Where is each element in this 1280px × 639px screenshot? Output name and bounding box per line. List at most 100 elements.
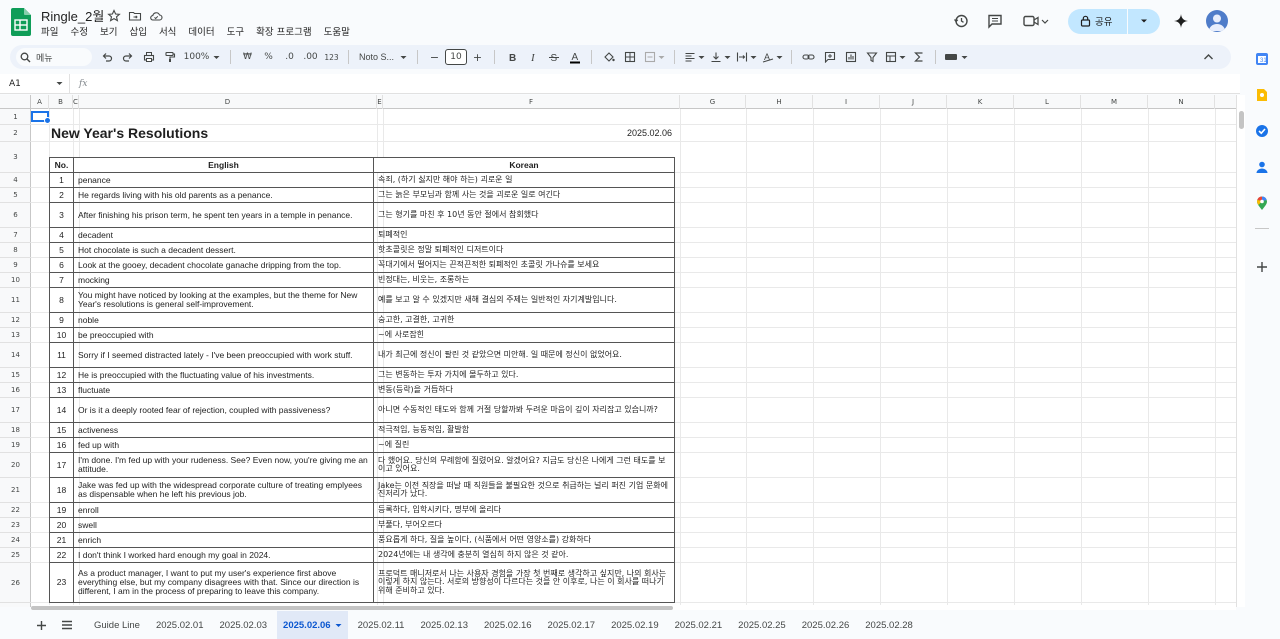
- row-header-14[interactable]: 14: [0, 343, 31, 368]
- font-size-decrease-button[interactable]: −: [424, 47, 445, 67]
- cell-english[interactable]: activeness: [73, 422, 374, 438]
- cell-number[interactable]: 18: [49, 477, 74, 503]
- row-header-3[interactable]: 3: [0, 142, 31, 173]
- select-all-corner[interactable]: [0, 95, 31, 109]
- sheet-tab[interactable]: Guide Line: [88, 611, 146, 639]
- row-header-2[interactable]: 2: [0, 125, 31, 142]
- cell-number[interactable]: 10: [49, 327, 74, 343]
- horizontal-align-icon[interactable]: [681, 47, 707, 67]
- menu-insert[interactable]: 삽입: [129, 24, 146, 38]
- bold-icon[interactable]: B: [501, 47, 522, 67]
- cell-number[interactable]: 3: [49, 202, 74, 228]
- get-addons-icon[interactable]: [1253, 258, 1271, 276]
- cell-english[interactable]: mocking: [73, 272, 374, 288]
- cell-english[interactable]: enroll: [73, 502, 374, 518]
- row-header-27[interactable]: 27: [0, 603, 31, 607]
- cell-english[interactable]: Sorry if I seemed distracted lately - I'…: [73, 342, 374, 368]
- cell-korean[interactable]: 그는 형기를 마친 후 10년 동안 절에서 참회했다: [373, 202, 675, 228]
- cell-grid[interactable]: New Year's Resolutions 2025.02.06 No. En…: [31, 109, 1236, 607]
- menu-edit[interactable]: 수정: [70, 24, 87, 38]
- cell-number[interactable]: 16: [49, 437, 74, 453]
- cell-english[interactable]: Or is it a deeply rooted fear of rejecti…: [73, 397, 374, 423]
- cell-english[interactable]: noble: [73, 312, 374, 328]
- sheet-tab[interactable]: 2025.02.11: [352, 611, 411, 639]
- share-button[interactable]: 공유: [1068, 8, 1160, 34]
- avatar[interactable]: [1206, 10, 1228, 32]
- column-header-b[interactable]: B: [49, 95, 73, 109]
- sheet-tab[interactable]: 2025.02.17: [542, 611, 602, 639]
- cell-number[interactable]: 4: [49, 227, 74, 243]
- header-english[interactable]: English: [73, 157, 374, 173]
- row-header-18[interactable]: 18: [0, 423, 31, 438]
- cell-number[interactable]: 23: [49, 562, 74, 603]
- cell-number[interactable]: 8: [49, 287, 74, 313]
- cloud-status-icon[interactable]: [149, 8, 163, 22]
- meet-icon[interactable]: [1018, 8, 1054, 34]
- row-header-25[interactable]: 25: [0, 548, 31, 563]
- row-header-8[interactable]: 8: [0, 243, 31, 258]
- cell-korean[interactable]: 적극적임, 능동적임, 활발함: [373, 422, 675, 438]
- sheets-logo-icon[interactable]: [11, 8, 31, 36]
- calendar-icon[interactable]: 31: [1253, 50, 1271, 68]
- column-header-k[interactable]: K: [947, 95, 1014, 109]
- sheet-tab[interactable]: 2025.02.16: [478, 611, 538, 639]
- cell-number[interactable]: 20: [49, 517, 74, 533]
- row-header-5[interactable]: 5: [0, 188, 31, 203]
- font-size-increase-button[interactable]: +: [467, 47, 488, 67]
- cell-english[interactable]: Look at the gooey, decadent chocolate ga…: [73, 257, 374, 273]
- collapse-toolbar-icon[interactable]: [1198, 47, 1219, 67]
- cell-korean[interactable]: 다 했어요. 당신의 무례함에 질렸어요. 알겠어요? 지금도 당신은 나에게 …: [373, 452, 675, 478]
- menu-search[interactable]: 메뉴: [16, 48, 92, 66]
- column-header-d[interactable]: D: [79, 95, 377, 109]
- history-icon[interactable]: [948, 8, 974, 34]
- sheet-tab[interactable]: 2025.02.01: [150, 611, 210, 639]
- add-sheet-button[interactable]: [28, 611, 54, 639]
- name-box[interactable]: A1: [0, 73, 70, 94]
- row-header-7[interactable]: 7: [0, 228, 31, 243]
- column-header-a[interactable]: A: [31, 95, 49, 109]
- column-header-f[interactable]: F: [383, 95, 680, 109]
- sheet-tab[interactable]: 2025.02.03: [214, 611, 274, 639]
- cell-english[interactable]: Hot chocolate is such a decadent dessert…: [73, 242, 374, 258]
- scroll-thumb[interactable]: [31, 606, 673, 610]
- undo-icon[interactable]: [96, 47, 117, 67]
- font-size-input[interactable]: 10: [445, 49, 467, 65]
- column-header-j[interactable]: J: [880, 95, 947, 109]
- move-folder-icon[interactable]: [128, 8, 142, 22]
- menu-format[interactable]: 서식: [159, 24, 176, 38]
- cell-korean[interactable]: ~에 질린: [373, 437, 675, 453]
- column-header-m[interactable]: M: [1081, 95, 1148, 109]
- row-header-16[interactable]: 16: [0, 383, 31, 398]
- menu-view[interactable]: 보기: [100, 24, 117, 38]
- column-header-g[interactable]: G: [680, 95, 746, 109]
- row-header-15[interactable]: 15: [0, 368, 31, 383]
- document-title[interactable]: Ringle_2월: [41, 6, 104, 25]
- cell-english[interactable]: fed up with: [73, 437, 374, 453]
- cell-korean[interactable]: 핫초콜릿은 정말 퇴폐적인 디저트이다: [373, 242, 675, 258]
- row-header-26[interactable]: 26: [0, 563, 31, 603]
- row-header-20[interactable]: 20: [0, 453, 31, 478]
- sheet-tab[interactable]: 2025.02.25: [732, 611, 792, 639]
- italic-icon[interactable]: I: [522, 47, 543, 67]
- cell-number[interactable]: 15: [49, 422, 74, 438]
- cell-number[interactable]: 7: [49, 272, 74, 288]
- cell-english[interactable]: As a product manager, I want to put my u…: [73, 562, 374, 603]
- text-rotation-icon[interactable]: A: [759, 47, 785, 67]
- row-header-11[interactable]: 11: [0, 288, 31, 313]
- text-color-icon[interactable]: A: [564, 47, 585, 67]
- insert-link-icon[interactable]: [798, 47, 819, 67]
- percent-format-button[interactable]: %: [258, 47, 279, 67]
- column-header-h[interactable]: H: [746, 95, 813, 109]
- row-header-23[interactable]: 23: [0, 518, 31, 533]
- sheet-tab[interactable]: 2025.02.19: [605, 611, 665, 639]
- redo-icon[interactable]: [117, 47, 138, 67]
- cell-number[interactable]: 11: [49, 342, 74, 368]
- menu-help[interactable]: 도움말: [324, 24, 350, 38]
- row-header-17[interactable]: 17: [0, 398, 31, 423]
- column-header-l[interactable]: L: [1014, 95, 1081, 109]
- row-header-10[interactable]: 10: [0, 273, 31, 288]
- cell-number[interactable]: 9: [49, 312, 74, 328]
- cell-number[interactable]: 5: [49, 242, 74, 258]
- functions-icon[interactable]: [908, 47, 929, 67]
- strikethrough-icon[interactable]: S: [543, 47, 564, 67]
